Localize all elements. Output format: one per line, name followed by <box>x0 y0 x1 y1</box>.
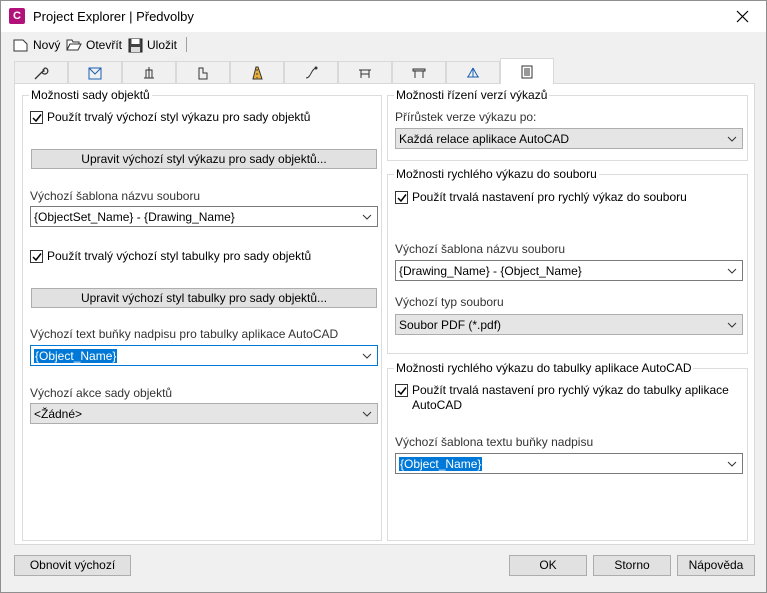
quick-file-type-value: Soubor PDF (*.pdf) <box>399 318 502 332</box>
tab-alignment[interactable] <box>284 61 338 83</box>
new-button-label: Nový <box>33 38 61 52</box>
persistent-table-style-option[interactable]: Použít trvalý výchozí styl tabulky pro s… <box>30 249 311 263</box>
quick-table-persistent-label-line2: AutoCAD <box>412 398 463 412</box>
toolbar-separator <box>186 37 187 52</box>
open-folder-icon <box>66 39 82 51</box>
tab-reports[interactable] <box>500 58 554 84</box>
object-set-action-label: Výchozí akce sady objektů <box>30 386 173 400</box>
quick-file-report-group: Možnosti rychlého výkazu do souboru Použ… <box>387 167 748 354</box>
save-disk-icon <box>128 38 143 52</box>
window-title: Project Explorer | Předvolby <box>33 9 194 24</box>
check-icon <box>32 253 42 262</box>
close-icon <box>736 10 749 23</box>
filename-template-select[interactable]: {ObjectSet_Name} - {Drawing_Name} <box>30 206 378 227</box>
chevron-down-icon <box>362 214 372 220</box>
new-button[interactable]: Nový <box>13 35 60 55</box>
open-button-label: Otevřít <box>86 38 123 52</box>
tab-bridge[interactable] <box>338 61 392 83</box>
quick-file-name-label: Výchozí šablona názvu souboru <box>395 242 566 256</box>
version-control-group: Možnosti řízení verzí výkazů Přírůstek v… <box>387 88 748 161</box>
quick-table-cell-text-label: Výchozí šablona textu buňky nadpisu <box>395 435 594 449</box>
open-button[interactable]: Otevřít <box>66 35 122 55</box>
bridge-icon <box>359 69 371 78</box>
tab-general[interactable] <box>14 61 68 83</box>
tab-sheet[interactable] <box>68 61 122 83</box>
chevron-down-icon <box>727 322 737 328</box>
persistent-table-style-checkbox[interactable] <box>30 250 43 263</box>
tab-section[interactable] <box>122 61 176 83</box>
quick-table-persistent-label-line1: Použít trvalá nastavení pro rychlý výkaz… <box>412 383 729 397</box>
quick-file-persistent-checkbox[interactable] <box>395 191 408 204</box>
chevron-down-icon <box>727 461 737 467</box>
quick-file-persistent-option[interactable]: Použít trvalá nastavení pro rychlý výkaz… <box>395 190 687 204</box>
quick-table-report-title: Možnosti rychlého výkazu do tabulky apli… <box>394 361 694 375</box>
object-set-action-select[interactable]: <Žádné> <box>30 403 378 424</box>
quick-file-name-select[interactable]: {Drawing_Name} - {Object_Name} <box>395 260 743 281</box>
object-set-options-group: Možnosti sady objektů Použít trvalý vých… <box>22 88 382 541</box>
tab-survey[interactable] <box>446 61 500 83</box>
check-icon <box>397 194 407 203</box>
version-control-title: Možnosti řízení verzí výkazů <box>394 88 550 102</box>
persistent-report-style-option[interactable]: Použít trvalý výchozí styl výkazu pro sa… <box>30 110 310 124</box>
wrench-icon <box>34 66 49 79</box>
save-button[interactable]: Uložit <box>128 35 177 55</box>
tab-panel: Možnosti sady objektů Použít trvalý vých… <box>14 83 755 545</box>
chevron-down-icon <box>727 268 737 274</box>
quick-table-persistent-checkbox[interactable] <box>395 384 408 397</box>
app-icon: C <box>9 8 25 24</box>
object-set-options-title: Možnosti sady objektů <box>29 88 152 102</box>
road-icon <box>252 66 263 79</box>
chevron-down-icon <box>362 411 372 417</box>
title-bar: C Project Explorer | Předvolby <box>1 1 766 32</box>
quick-file-name-value: {Drawing_Name} - {Object_Name} <box>399 264 582 278</box>
edit-table-style-button[interactable]: Upravit výchozí styl tabulky pro sady ob… <box>31 288 377 308</box>
check-icon <box>32 114 42 123</box>
section-icon <box>144 66 154 78</box>
version-increment-label: Přírůstek verze výkazu po: <box>395 110 537 124</box>
tab-road[interactable] <box>230 61 284 83</box>
object-set-action-value: <Žádné> <box>34 407 83 421</box>
tab-bridge-deck[interactable] <box>392 61 446 83</box>
version-increment-value: Každá relace aplikace AutoCAD <box>399 132 570 146</box>
quick-table-cell-text-select[interactable]: {Object_Name} <box>395 453 743 474</box>
quick-file-persistent-label: Použít trvalá nastavení pro rychlý výkaz… <box>412 190 687 204</box>
report-icon <box>521 65 533 78</box>
version-increment-select[interactable]: Každá relace aplikace AutoCAD <box>395 128 743 149</box>
cell-text-value: {Object_Name} <box>34 349 118 363</box>
filename-template-value: {ObjectSet_Name} - {Drawing_Name} <box>34 210 235 224</box>
persistent-report-style-checkbox[interactable] <box>30 111 43 124</box>
toolbar: Nový Otevřít Uložit <box>1 32 766 57</box>
quick-table-cell-text-value: {Object_Name} <box>399 457 483 471</box>
filename-template-label: Výchozí šablona názvu souboru <box>30 189 201 203</box>
sheet-view-icon <box>88 67 102 79</box>
preferences-window: C Project Explorer | Předvolby Nový Otev… <box>0 0 767 593</box>
check-icon <box>397 387 407 396</box>
cancel-button[interactable]: Storno <box>593 555 671 576</box>
edit-report-style-button[interactable]: Upravit výchozí styl výkazu pro sady obj… <box>31 149 377 169</box>
elevation-icon <box>198 67 208 79</box>
bridge-deck-icon <box>412 68 426 78</box>
quick-table-persistent-label: Použít trvalá nastavení pro rychlý výkaz… <box>412 383 729 413</box>
persistent-report-style-label: Použít trvalý výchozí styl výkazu pro sa… <box>47 110 311 124</box>
reset-defaults-button[interactable]: Obnovit výchozí <box>14 555 131 576</box>
new-document-icon <box>13 39 28 52</box>
chevron-down-icon <box>362 353 372 359</box>
cell-text-select[interactable]: {Object_Name} <box>30 345 378 366</box>
quick-file-report-title: Možnosti rychlého výkazu do souboru <box>394 167 599 181</box>
quick-table-report-group: Možnosti rychlého výkazu do tabulky apli… <box>387 361 748 541</box>
alignment-icon <box>305 66 318 78</box>
save-button-label: Uložit <box>147 38 178 52</box>
cell-text-label: Výchozí text buňky nadpisu pro tabulky a… <box>30 327 339 341</box>
tab-strip <box>14 58 755 84</box>
help-button[interactable]: Nápověda <box>677 555 755 576</box>
close-button[interactable] <box>720 1 766 32</box>
quick-file-type-select[interactable]: Soubor PDF (*.pdf) <box>395 314 743 335</box>
quick-file-type-label: Výchozí typ souboru <box>395 295 504 309</box>
persistent-table-style-label: Použít trvalý výchozí styl tabulky pro s… <box>47 249 312 263</box>
survey-icon <box>467 67 479 77</box>
ok-button[interactable]: OK <box>509 555 587 576</box>
tab-elevation[interactable] <box>176 61 230 83</box>
chevron-down-icon <box>727 136 737 142</box>
quick-table-persistent-option[interactable]: Použít trvalá nastavení pro rychlý výkaz… <box>395 383 729 413</box>
